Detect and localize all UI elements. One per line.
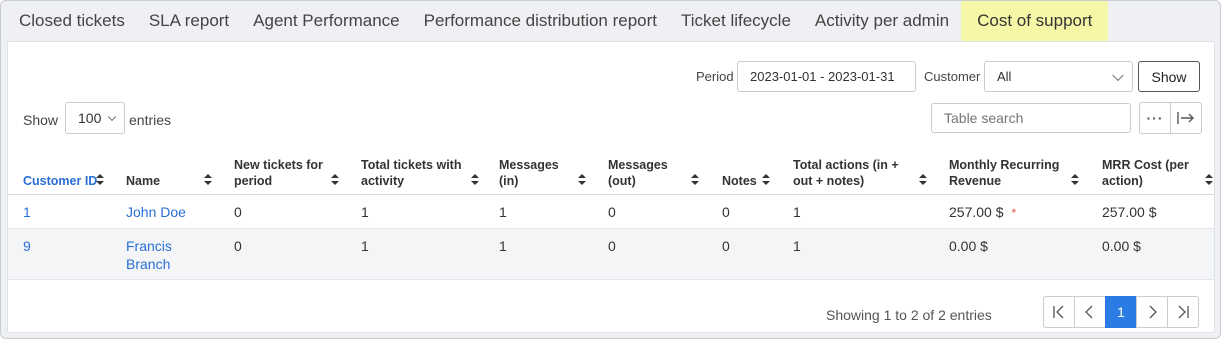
- col-notes[interactable]: Notes: [722, 151, 762, 195]
- show-button[interactable]: Show: [1138, 61, 1200, 92]
- customer-id-link[interactable]: 9: [23, 237, 31, 255]
- show-label: Show: [23, 112, 59, 128]
- total-actions-cell: 1: [793, 204, 801, 220]
- sort-icon[interactable]: [1071, 174, 1079, 185]
- mrr-cost-cell: 257.00 $: [1102, 204, 1157, 220]
- col-new-tickets[interactable]: New tickets for period: [234, 151, 334, 195]
- customer-name-link[interactable]: John Doe: [126, 203, 186, 221]
- next-page-icon: [1149, 305, 1157, 319]
- report-window: Closed tickets SLA report Agent Performa…: [0, 0, 1221, 339]
- messages-out-cell: 0: [608, 238, 616, 254]
- col-customer-id[interactable]: Customer ID: [23, 151, 113, 195]
- page-button-current[interactable]: 1: [1105, 296, 1137, 328]
- tab-agent-performance[interactable]: Agent Performance: [241, 1, 411, 41]
- new-tickets-cell: 0: [234, 204, 242, 220]
- prev-page-icon: [1085, 305, 1093, 319]
- mrr-cell: 257.00 $ *: [949, 204, 1017, 220]
- col-mrr-cost[interactable]: MRR Cost (per action): [1102, 151, 1202, 195]
- mrr-cell: 0.00 $: [949, 238, 988, 254]
- col-messages-out[interactable]: Messages (out): [608, 151, 678, 195]
- new-tickets-cell: 0: [234, 238, 242, 254]
- total-tickets-cell: 1: [361, 238, 369, 254]
- chevron-down-icon: [107, 112, 117, 122]
- entries-label: entries: [129, 112, 172, 128]
- last-page-icon: [1178, 305, 1189, 319]
- tab-sla-report[interactable]: SLA report: [137, 1, 241, 41]
- tab-ticket-lifecycle[interactable]: Ticket lifecycle: [669, 1, 803, 41]
- col-total-tickets[interactable]: Total tickets with activity: [361, 151, 476, 195]
- notes-cell: 0: [722, 238, 730, 254]
- report-tabs: Closed tickets SLA report Agent Performa…: [1, 1, 1109, 41]
- report-panel: Period 2023-01-01 - 2023-01-31 Customer …: [7, 41, 1215, 333]
- chevron-down-icon: [1112, 69, 1124, 81]
- sort-icon[interactable]: [471, 174, 479, 185]
- export-button[interactable]: [1170, 102, 1202, 134]
- first-page-icon: [1053, 305, 1064, 319]
- period-value: 2023-01-01 - 2023-01-31: [750, 69, 895, 84]
- customer-select[interactable]: All: [984, 61, 1133, 92]
- col-total-actions[interactable]: Total actions (in + out + notes): [793, 151, 913, 195]
- period-field[interactable]: 2023-01-01 - 2023-01-31: [737, 61, 916, 92]
- messages-in-cell: 1: [499, 238, 507, 254]
- entries-value: 100: [78, 110, 102, 126]
- first-page-button[interactable]: [1043, 296, 1075, 328]
- sort-icon[interactable]: [919, 174, 927, 185]
- col-messages-in[interactable]: Messages (in): [499, 151, 569, 195]
- notes-cell: 0: [722, 204, 730, 220]
- table-row: 9 Francis Branch 0 1 1 0 0 1 0.00 $ 0.00…: [8, 229, 1214, 280]
- mrr-cost-cell: 0.00 $: [1102, 238, 1141, 254]
- table-info: Showing 1 to 2 of 2 entries: [826, 307, 992, 323]
- tab-activity-per-admin[interactable]: Activity per admin: [803, 1, 961, 41]
- more-icon: ···: [1146, 110, 1164, 126]
- sort-icon[interactable]: [331, 174, 339, 185]
- table-row: 1 John Doe 0 1 1 0 0 1 257.00 $ * 257.00 …: [8, 195, 1214, 229]
- sort-icon[interactable]: [762, 174, 770, 185]
- messages-out-cell: 0: [608, 204, 616, 220]
- customer-id-link[interactable]: 1: [23, 203, 31, 221]
- export-icon: [1177, 112, 1194, 124]
- table-search-input[interactable]: [931, 103, 1131, 133]
- next-page-button[interactable]: [1136, 296, 1168, 328]
- col-mrr[interactable]: Monthly Recurring Revenue: [949, 151, 1069, 195]
- table-header: Customer ID Name New tickets for period …: [8, 151, 1214, 195]
- tab-cost-of-support[interactable]: Cost of support: [961, 1, 1109, 41]
- messages-in-cell: 1: [499, 204, 507, 220]
- sort-icon[interactable]: [204, 174, 212, 185]
- more-button[interactable]: ···: [1139, 102, 1171, 134]
- customer-value: All: [997, 69, 1012, 84]
- customer-label: Customer: [924, 69, 981, 84]
- mrr-marker: *: [1011, 206, 1017, 220]
- last-page-button[interactable]: [1167, 296, 1199, 328]
- tab-closed-tickets[interactable]: Closed tickets: [1, 1, 137, 41]
- total-tickets-cell: 1: [361, 204, 369, 220]
- pagination: 1: [1043, 296, 1199, 328]
- entries-select[interactable]: 100: [65, 102, 125, 134]
- period-label: Period: [696, 69, 734, 84]
- total-actions-cell: 1: [793, 238, 801, 254]
- sort-icon[interactable]: [96, 174, 104, 185]
- col-name[interactable]: Name: [126, 151, 216, 195]
- prev-page-button[interactable]: [1074, 296, 1106, 328]
- customer-name-link[interactable]: Francis Branch: [126, 237, 196, 273]
- sort-icon[interactable]: [578, 174, 586, 185]
- sort-icon[interactable]: [691, 174, 699, 185]
- tab-performance-distribution[interactable]: Performance distribution report: [412, 1, 669, 41]
- sort-icon[interactable]: [1205, 174, 1213, 185]
